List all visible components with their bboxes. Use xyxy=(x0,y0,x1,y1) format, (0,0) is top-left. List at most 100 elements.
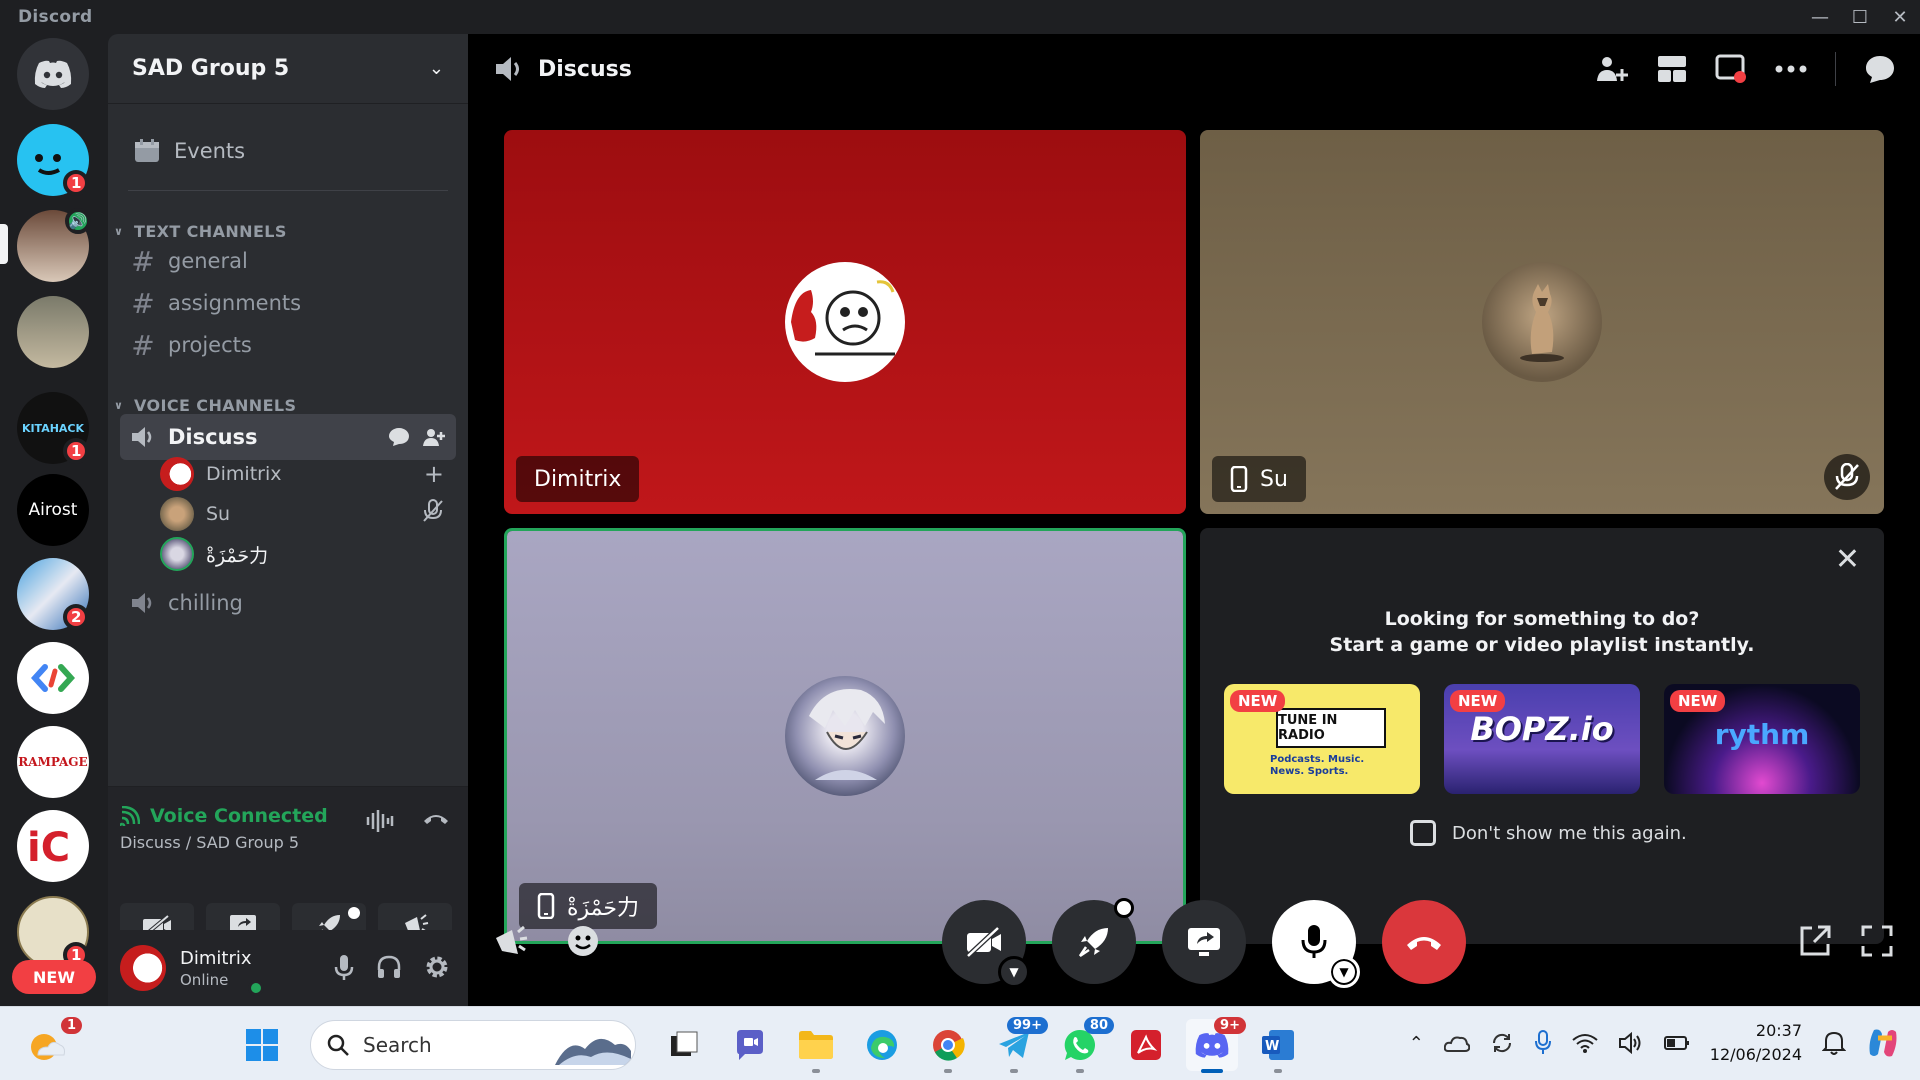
home-button[interactable] xyxy=(17,38,89,110)
user-avatar[interactable] xyxy=(120,945,166,991)
plus-icon[interactable]: + xyxy=(424,460,444,488)
battery-icon[interactable] xyxy=(1663,1035,1690,1051)
toggle-camera-button[interactable]: ▼ xyxy=(942,900,1030,988)
new-servers-badge[interactable]: NEW xyxy=(12,960,96,994)
onedrive-icon[interactable] xyxy=(1443,1033,1470,1053)
user-info[interactable]: Dimitrix Online xyxy=(180,948,252,989)
taskbar-teams[interactable] xyxy=(724,1019,776,1071)
fullscreen-icon[interactable] xyxy=(1860,924,1894,958)
copilot-icon[interactable] xyxy=(1866,1026,1900,1060)
guild-header[interactable]: SAD Group 5 ⌄ xyxy=(108,34,468,104)
channel-general[interactable]: # general xyxy=(120,238,456,284)
taskbar-chrome[interactable] xyxy=(922,1019,974,1073)
voice-member-hamzah[interactable]: حَمْزَةْ力 xyxy=(160,534,456,574)
server-friend-2[interactable] xyxy=(17,296,89,368)
server-ic[interactable]: iC xyxy=(17,810,89,882)
minimize-button[interactable]: — xyxy=(1800,0,1840,34)
close-window-button[interactable]: ✕ xyxy=(1880,0,1920,34)
wifi-icon[interactable] xyxy=(1572,1033,1598,1053)
volume-icon[interactable] xyxy=(1618,1032,1644,1054)
activity-card-bopz[interactable]: BOPZ.io NEW xyxy=(1444,684,1640,794)
chevron-down-icon[interactable]: ▼ xyxy=(1328,956,1360,988)
server-dev[interactable] xyxy=(17,642,89,714)
channel-sidebar: SAD Group 5 ⌄ Events ∨ TEXT CHANNELS # g… xyxy=(108,34,468,1006)
activity-suggestion-panel: ✕ Looking for something to do? Start a g… xyxy=(1200,528,1884,944)
task-view-button[interactable] xyxy=(658,1019,710,1071)
soundboard-icon[interactable] xyxy=(492,924,528,958)
speaker-status-icon: 🔊 xyxy=(65,208,91,234)
running-indicator xyxy=(944,1069,952,1073)
layout-grid-icon[interactable] xyxy=(1657,55,1687,83)
channel-name: chilling xyxy=(168,591,243,615)
category-voice-channels[interactable]: ∨ VOICE CHANNELS xyxy=(108,396,296,415)
clock-date: 12/06/2024 xyxy=(1709,1045,1802,1064)
activity-card-rythm[interactable]: rythm NEW xyxy=(1664,684,1860,794)
chat-bubble-icon[interactable] xyxy=(388,427,410,447)
notification-bell-icon[interactable] xyxy=(1822,1030,1846,1056)
hang-up-icon xyxy=(1407,937,1441,950)
toggle-mute-button[interactable]: ▼ xyxy=(1272,900,1360,988)
system-clock[interactable]: 20:37 12/06/2024 xyxy=(1710,1019,1802,1067)
call-header: Discuss xyxy=(468,34,1920,104)
microphone-in-use-icon[interactable] xyxy=(1534,1030,1552,1056)
server-kitahack[interactable]: KITAHACK 1 xyxy=(17,392,90,464)
emoji-icon[interactable] xyxy=(566,924,600,958)
microphone-icon[interactable] xyxy=(334,954,354,982)
voice-member-su[interactable]: Su xyxy=(160,494,456,534)
chevron-down-icon[interactable]: ▼ xyxy=(998,956,1030,988)
voice-channel-chilling[interactable]: chilling xyxy=(120,580,456,626)
taskbar-file-explorer[interactable] xyxy=(790,1019,842,1073)
server-anime[interactable]: 2 xyxy=(17,558,90,630)
taskbar-whatsapp[interactable]: 80 xyxy=(1054,1017,1114,1073)
activity-card-tunein[interactable]: TUNE IN RADIO Podcasts. Music. News. Spo… xyxy=(1224,684,1420,794)
speaker-icon xyxy=(496,57,519,81)
headphones-icon[interactable] xyxy=(376,954,402,980)
participant-nameplate: Dimitrix xyxy=(516,456,640,502)
server-rampage[interactable]: RAMPAGE xyxy=(17,726,89,798)
taskbar-discord[interactable]: 9+ xyxy=(1186,1017,1246,1073)
server-friend-1[interactable]: 🔊 xyxy=(17,208,91,282)
invite-people-icon[interactable] xyxy=(422,427,446,447)
taskbar-search[interactable]: Search xyxy=(310,1020,636,1070)
channel-assignments[interactable]: # assignments xyxy=(120,280,456,326)
participant-tile-su[interactable]: Su xyxy=(1200,130,1884,514)
server-camp[interactable]: 1 xyxy=(17,896,90,968)
microphone-icon xyxy=(1301,925,1327,958)
server-airost[interactable]: Airost xyxy=(17,474,89,546)
voice-member-dimitrix[interactable]: Dimitrix + xyxy=(160,454,456,494)
weather-widget[interactable]: 1 xyxy=(28,1017,82,1065)
noise-suppression-icon[interactable] xyxy=(366,809,394,833)
maximize-button[interactable]: ☐ xyxy=(1840,0,1880,34)
show-hidden-icons-button[interactable]: ⌃ xyxy=(1409,1033,1424,1054)
more-options-icon[interactable] xyxy=(1775,64,1807,74)
share-screen-button[interactable] xyxy=(1162,900,1246,984)
events-item[interactable]: Events xyxy=(120,126,456,176)
checkbox-box[interactable] xyxy=(1410,820,1436,846)
events-label: Events xyxy=(174,139,246,163)
taskbar-edge[interactable] xyxy=(856,1019,908,1071)
user-panel: Dimitrix Online xyxy=(108,930,468,1006)
taskbar-acrobat[interactable] xyxy=(1120,1019,1172,1071)
new-badge: NEW xyxy=(1450,690,1506,712)
start-activity-button[interactable] xyxy=(1052,898,1136,984)
taskbar-telegram[interactable]: 99+ xyxy=(988,1017,1048,1073)
popout-icon[interactable] xyxy=(1798,924,1832,958)
chevron-down-icon: ∨ xyxy=(114,225,124,238)
new-badge: NEW xyxy=(1230,690,1286,712)
participant-tile-dimitrix[interactable]: Dimitrix xyxy=(504,130,1186,514)
disconnect-icon[interactable] xyxy=(422,809,450,829)
participant-tile-hamzah[interactable]: حَمْزَةْ力 xyxy=(504,528,1186,944)
dont-show-again-checkbox[interactable]: Don't show me this again. xyxy=(1410,820,1687,846)
start-button[interactable] xyxy=(236,1019,288,1071)
channel-projects[interactable]: # projects xyxy=(120,322,456,368)
server-blob[interactable]: 1 xyxy=(17,124,90,196)
close-icon[interactable]: ✕ xyxy=(1835,542,1860,577)
chat-bubble-icon[interactable] xyxy=(1864,54,1896,84)
gear-icon[interactable] xyxy=(424,954,450,980)
popout-chat-icon[interactable] xyxy=(1715,54,1747,84)
leave-call-button[interactable] xyxy=(1382,900,1466,984)
voice-location[interactable]: Discuss / SAD Group 5 xyxy=(120,833,299,852)
invite-people-icon[interactable] xyxy=(1595,54,1629,84)
taskbar-word[interactable]: W xyxy=(1252,1019,1304,1073)
sync-icon[interactable] xyxy=(1490,1031,1514,1055)
